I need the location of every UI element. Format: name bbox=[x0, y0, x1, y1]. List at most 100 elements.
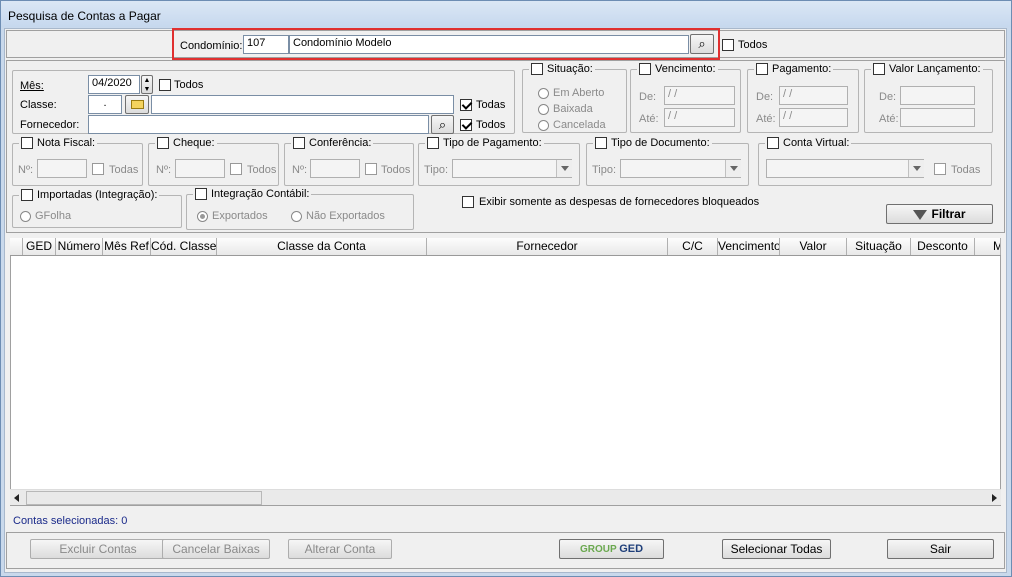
results-grid[interactable] bbox=[10, 238, 1001, 506]
valor-lancamento-checkbox[interactable] bbox=[873, 63, 885, 75]
scrollbar-thumb[interactable] bbox=[26, 491, 262, 505]
conta-virtual-todas-label: Todas bbox=[951, 164, 981, 176]
valor-ate-input[interactable] bbox=[900, 108, 975, 127]
bloqueados-checkbox[interactable] bbox=[462, 196, 474, 208]
vencimento-ate-input[interactable]: / / bbox=[664, 108, 735, 127]
radio-selected-icon bbox=[197, 210, 208, 222]
conta-virtual-label: Conta Virtual: bbox=[783, 137, 850, 149]
condominio-code-input[interactable]: 107 bbox=[243, 35, 289, 54]
importadas-option-gfolha[interactable]: GFolha bbox=[20, 210, 71, 222]
nota-fiscal-checkbox[interactable] bbox=[21, 137, 33, 149]
scroll-left-icon[interactable] bbox=[14, 494, 19, 502]
tipo-documento-dropdown-arrow[interactable] bbox=[725, 160, 741, 177]
integracao-header: Integração Contábil: bbox=[193, 188, 312, 200]
fornecedor-input[interactable] bbox=[88, 115, 429, 134]
valor-de-input[interactable] bbox=[900, 86, 975, 105]
fornecedor-todos-checkbox[interactable] bbox=[460, 119, 472, 131]
classe-browse-button[interactable] bbox=[125, 95, 149, 114]
conferencia-header: Conferência: bbox=[291, 137, 374, 149]
conta-virtual-select[interactable] bbox=[766, 159, 924, 178]
fornecedor-search-button[interactable]: ⌕ bbox=[431, 115, 454, 134]
importadas-option-label: GFolha bbox=[35, 210, 72, 222]
conferencia-num-label: Nº: bbox=[292, 164, 308, 176]
nota-fiscal-header: Nota Fiscal: bbox=[19, 137, 98, 149]
conferencia-todos-checkbox[interactable] bbox=[365, 163, 377, 175]
integracao-checkbox[interactable] bbox=[195, 188, 207, 200]
conferencia-checkbox[interactable] bbox=[293, 137, 305, 149]
group-ged-button[interactable]: GROUP GED bbox=[559, 539, 664, 559]
alterar-conta-button[interactable]: Alterar Conta bbox=[288, 539, 392, 559]
classe-name-input[interactable] bbox=[151, 95, 454, 114]
vencimento-de-input[interactable]: / / bbox=[664, 86, 735, 105]
tipo-documento-tipo-label: Tipo: bbox=[592, 164, 617, 176]
cheque-num-input[interactable] bbox=[175, 159, 225, 178]
pagamento-de-input[interactable]: / / bbox=[779, 86, 848, 105]
situacao-option-baixada[interactable]: Baixada bbox=[538, 103, 593, 115]
pagamento-checkbox[interactable] bbox=[756, 63, 768, 75]
situacao-checkbox[interactable] bbox=[531, 63, 543, 75]
integracao-option-exportados[interactable]: Exportados bbox=[197, 210, 268, 222]
grid-col-valor[interactable]: Valor bbox=[780, 238, 847, 255]
cheque-todos-checkbox[interactable] bbox=[230, 163, 242, 175]
vencimento-checkbox[interactable] bbox=[639, 63, 651, 75]
pagamento-group: Pagamento: De: / / Até: / / bbox=[747, 63, 859, 133]
grid-col-desconto[interactable]: Desconto bbox=[911, 238, 975, 255]
scroll-right-icon[interactable] bbox=[992, 494, 997, 502]
tipo-documento-group: Tipo de Documento: Tipo: bbox=[586, 137, 749, 186]
conta-virtual-checkbox[interactable] bbox=[767, 137, 779, 149]
grid-col-numero[interactable]: Número bbox=[56, 238, 103, 255]
grid-col-classe-conta[interactable]: Classe da Conta bbox=[217, 238, 427, 255]
classe-code-input[interactable]: . bbox=[88, 95, 122, 114]
filtrar-button[interactable]: Filtrar bbox=[886, 204, 993, 224]
grid-col-situacao[interactable]: Situação bbox=[847, 238, 911, 255]
cheque-checkbox[interactable] bbox=[157, 137, 169, 149]
tipo-pagamento-checkbox[interactable] bbox=[427, 137, 439, 149]
situacao-option-aberto[interactable]: Em Aberto bbox=[538, 87, 604, 99]
pagamento-header: Pagamento: bbox=[754, 63, 834, 75]
selecionar-todas-button[interactable]: Selecionar Todas bbox=[722, 539, 831, 559]
tipo-pagamento-dropdown-arrow[interactable] bbox=[556, 160, 572, 177]
integracao-option-nao-exportados[interactable]: Não Exportados bbox=[291, 210, 385, 222]
classe-todas-checkbox[interactable] bbox=[460, 99, 472, 111]
pagamento-ate-label: Até: bbox=[756, 113, 776, 125]
classe-label: Classe: bbox=[20, 99, 57, 111]
tipo-documento-select[interactable] bbox=[620, 159, 741, 178]
mes-spinner[interactable]: ▲ ▼ bbox=[141, 75, 153, 94]
tipo-documento-checkbox[interactable] bbox=[595, 137, 607, 149]
conferencia-num-input[interactable] bbox=[310, 159, 360, 178]
pagamento-ate-input[interactable]: / / bbox=[779, 108, 848, 127]
grid-col-cod-classe[interactable]: Cód. Classe bbox=[151, 238, 217, 255]
bottom-button-bar: Excluir Contas Cancelar Baixas Alterar C… bbox=[6, 532, 1005, 569]
excluir-contas-button[interactable]: Excluir Contas bbox=[30, 539, 166, 559]
condominio-todos-checkbox[interactable] bbox=[722, 39, 734, 51]
conta-virtual-header: Conta Virtual: bbox=[765, 137, 852, 149]
grid-horizontal-scrollbar[interactable] bbox=[10, 489, 1001, 505]
grid-col-fornecedor[interactable]: Fornecedor bbox=[427, 238, 668, 255]
title-bar[interactable]: Pesquisa de Contas a Pagar bbox=[1, 1, 1011, 27]
tipo-pagamento-group: Tipo de Pagamento: Tipo: bbox=[418, 137, 580, 186]
situacao-option-cancelada[interactable]: Cancelada bbox=[538, 119, 606, 131]
cheque-label: Cheque: bbox=[173, 137, 215, 149]
grid-col-ged[interactable]: GED bbox=[23, 238, 56, 255]
condominio-search-button[interactable]: ⌕ bbox=[690, 34, 714, 54]
cheque-group: Cheque: Nº: Todos bbox=[148, 137, 279, 186]
conta-virtual-todas-checkbox[interactable] bbox=[934, 163, 946, 175]
excluir-contas-label: Excluir Contas bbox=[59, 542, 137, 556]
grid-col-more[interactable]: M bbox=[975, 238, 1001, 255]
tipo-pagamento-select[interactable] bbox=[452, 159, 572, 178]
mes-todos-checkbox[interactable] bbox=[159, 79, 171, 91]
conta-virtual-dropdown-arrow[interactable] bbox=[908, 160, 924, 177]
nota-fiscal-todas-checkbox[interactable] bbox=[92, 163, 104, 175]
mes-input[interactable]: 04/2020 bbox=[88, 75, 140, 94]
cancelar-baixas-button[interactable]: Cancelar Baixas bbox=[162, 539, 270, 559]
nota-fiscal-num-input[interactable] bbox=[37, 159, 87, 178]
binoculars-icon: ⌕ bbox=[438, 117, 447, 132]
condominio-name-input[interactable]: Condomínio Modelo bbox=[289, 35, 689, 54]
grid-col-indicator[interactable] bbox=[10, 238, 23, 255]
sair-button[interactable]: Sair bbox=[887, 539, 994, 559]
grid-col-vencimento[interactable]: Vencimento bbox=[718, 238, 780, 255]
grid-col-cc[interactable]: C/C bbox=[668, 238, 718, 255]
grid-col-mes-ref[interactable]: Mês Ref bbox=[103, 238, 151, 255]
spin-up-icon: ▲ bbox=[143, 77, 151, 84]
importadas-checkbox[interactable] bbox=[21, 189, 33, 201]
